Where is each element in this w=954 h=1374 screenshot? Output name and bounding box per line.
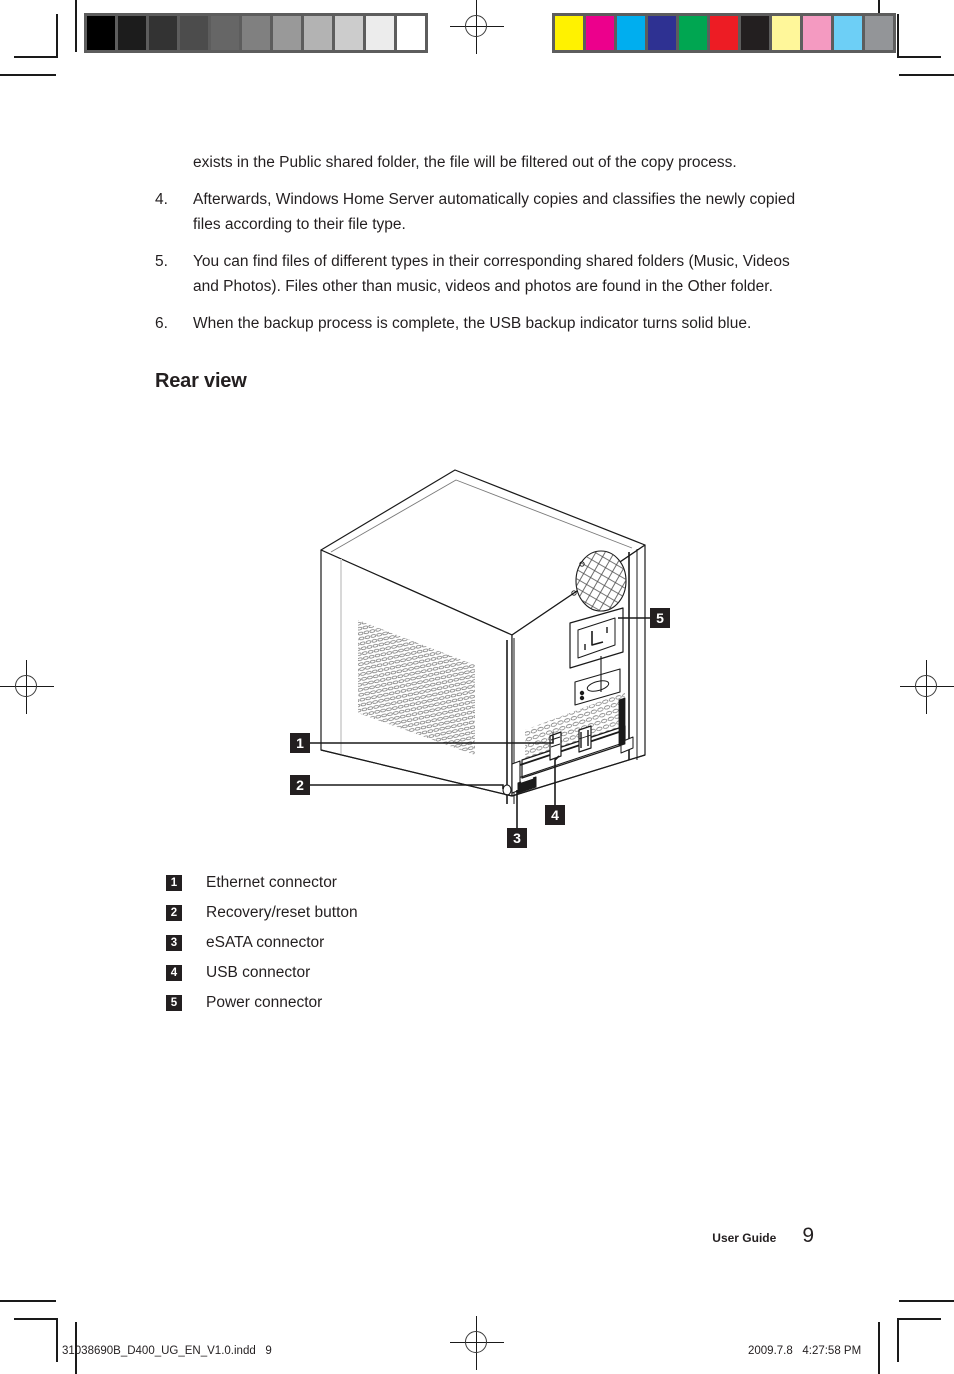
numbered-step-5: 5. You can find files of different types… [155, 249, 815, 299]
crop-mark-bottom-left-horizontal [14, 1318, 58, 1320]
gray-swatch-2 [149, 16, 177, 50]
legend-label-usb-connector: USB connector [206, 964, 311, 981]
registration-mark-right-middle [900, 660, 954, 714]
usb-connector [578, 725, 592, 753]
color-swatch-5 [710, 16, 738, 50]
continuation-paragraph: exists in the Public shared folder, the … [193, 154, 737, 171]
legend-badge-4: 4 [166, 965, 182, 981]
callout-number-3: 3 [513, 830, 521, 846]
color-swatch-7 [772, 16, 800, 50]
color-swatch-2 [617, 16, 645, 50]
color-swatch-6 [741, 16, 769, 50]
color-swatch-10 [865, 16, 893, 50]
page-number: 9 [802, 1224, 814, 1247]
crop-mark-bottom-right-horizontal [897, 1318, 941, 1320]
color-swatch-4 [679, 16, 707, 50]
callout-box-3: 3 [507, 828, 527, 848]
registration-mark-bottom-center [450, 1316, 504, 1370]
callout-box-4: 4 [545, 805, 565, 825]
legend-label-recovery-reset-button: Recovery/reset button [206, 904, 358, 921]
color-swatch-9 [834, 16, 862, 50]
crop-mark-bottom-right-inner-vertical [878, 1322, 880, 1374]
crop-mark-top-right-horizontal [897, 56, 941, 58]
step-text: Afterwards, Windows Home Server automati… [193, 191, 796, 233]
figure-legend: 1 Ethernet connector 2 Recovery/reset bu… [166, 868, 666, 1018]
color-swatch-3 [648, 16, 676, 50]
callout-number-4: 4 [551, 807, 559, 823]
callout-number-1: 1 [296, 735, 304, 751]
callout-box-5: 5 [650, 608, 670, 628]
legend-label-esata-connector: eSATA connector [206, 934, 325, 951]
crop-mark-top-left-inner-horizontal [0, 74, 56, 76]
legend-item-1: 1 Ethernet connector [166, 868, 666, 898]
gray-swatch-0 [87, 16, 115, 50]
imposition-timestamp: 2009.7.8 4:27:58 PM [748, 1345, 862, 1357]
color-swatch-1 [586, 16, 614, 50]
step-text: You can find files of different types in… [193, 253, 790, 295]
legend-badge-3: 3 [166, 935, 182, 951]
server-rear-view-illustration: 1 2 3 4 5 [290, 469, 670, 848]
footer-guide-label: User Guide [712, 1231, 777, 1245]
legend-badge-5: 5 [166, 995, 182, 1011]
ethernet-connector [549, 731, 562, 761]
step-number: 6. [155, 315, 168, 332]
grayscale-step-wedge [84, 13, 428, 53]
gray-swatch-4 [211, 16, 239, 50]
numbered-step-6: 6. When the backup process is complete, … [155, 311, 815, 336]
step-number: 5. [155, 253, 168, 270]
step-text: When the backup process is complete, the… [193, 315, 752, 332]
crop-mark-top-right-vertical [897, 14, 899, 58]
gray-swatch-7 [304, 16, 332, 50]
callout-number-2: 2 [296, 777, 304, 793]
legend-item-3: 3 eSATA connector [166, 928, 666, 958]
crop-mark-top-right-inner-horizontal [899, 74, 954, 76]
gray-swatch-5 [242, 16, 270, 50]
legend-badge-2: 2 [166, 905, 182, 921]
crop-mark-top-left-vertical [56, 14, 58, 58]
legend-badge-1: 1 [166, 875, 182, 891]
legend-label-ethernet-connector: Ethernet connector [206, 874, 337, 891]
imposition-filename: 31038690B_D400_UG_EN_V1.0.indd 9 [62, 1345, 272, 1357]
gray-swatch-10 [397, 16, 425, 50]
gray-swatch-3 [180, 16, 208, 50]
legend-item-4: 4 USB connector [166, 958, 666, 988]
callout-box-2: 2 [290, 775, 310, 795]
page-footer: User Guide 9 [712, 1224, 814, 1248]
step-number: 4. [155, 191, 168, 208]
registration-mark-left-middle [0, 660, 54, 714]
body-content: exists in the Public shared folder, the … [155, 150, 815, 393]
callout-number-5: 5 [656, 610, 664, 626]
gray-swatch-1 [118, 16, 146, 50]
color-swatch-0 [555, 16, 583, 50]
callout-box-1: 1 [290, 733, 310, 753]
server-rear-view-figure: 1 2 3 4 5 [155, 460, 815, 860]
crop-mark-bottom-right-vertical [897, 1318, 899, 1362]
legend-item-2: 2 Recovery/reset button [166, 898, 666, 928]
page-title: Rear view [155, 370, 247, 392]
crop-mark-top-left-inner-vertical [75, 0, 77, 52]
gray-swatch-8 [335, 16, 363, 50]
crop-mark-bottom-right-inner-horizontal [899, 1300, 954, 1302]
crop-mark-bottom-left-inner-horizontal [0, 1300, 56, 1302]
color-swatch-8 [803, 16, 831, 50]
gray-swatch-9 [366, 16, 394, 50]
legend-label-power-connector: Power connector [206, 994, 323, 1011]
numbered-step-4: 4. Afterwards, Windows Home Server autom… [155, 187, 815, 237]
process-color-bar [552, 13, 896, 53]
legend-item-5: 5 Power connector [166, 988, 666, 1018]
recovery-reset-button [502, 784, 512, 796]
crop-mark-top-left-horizontal [14, 56, 58, 58]
gray-swatch-6 [273, 16, 301, 50]
crop-mark-bottom-left-vertical [56, 1318, 58, 1362]
registration-mark-top-center [450, 0, 504, 54]
